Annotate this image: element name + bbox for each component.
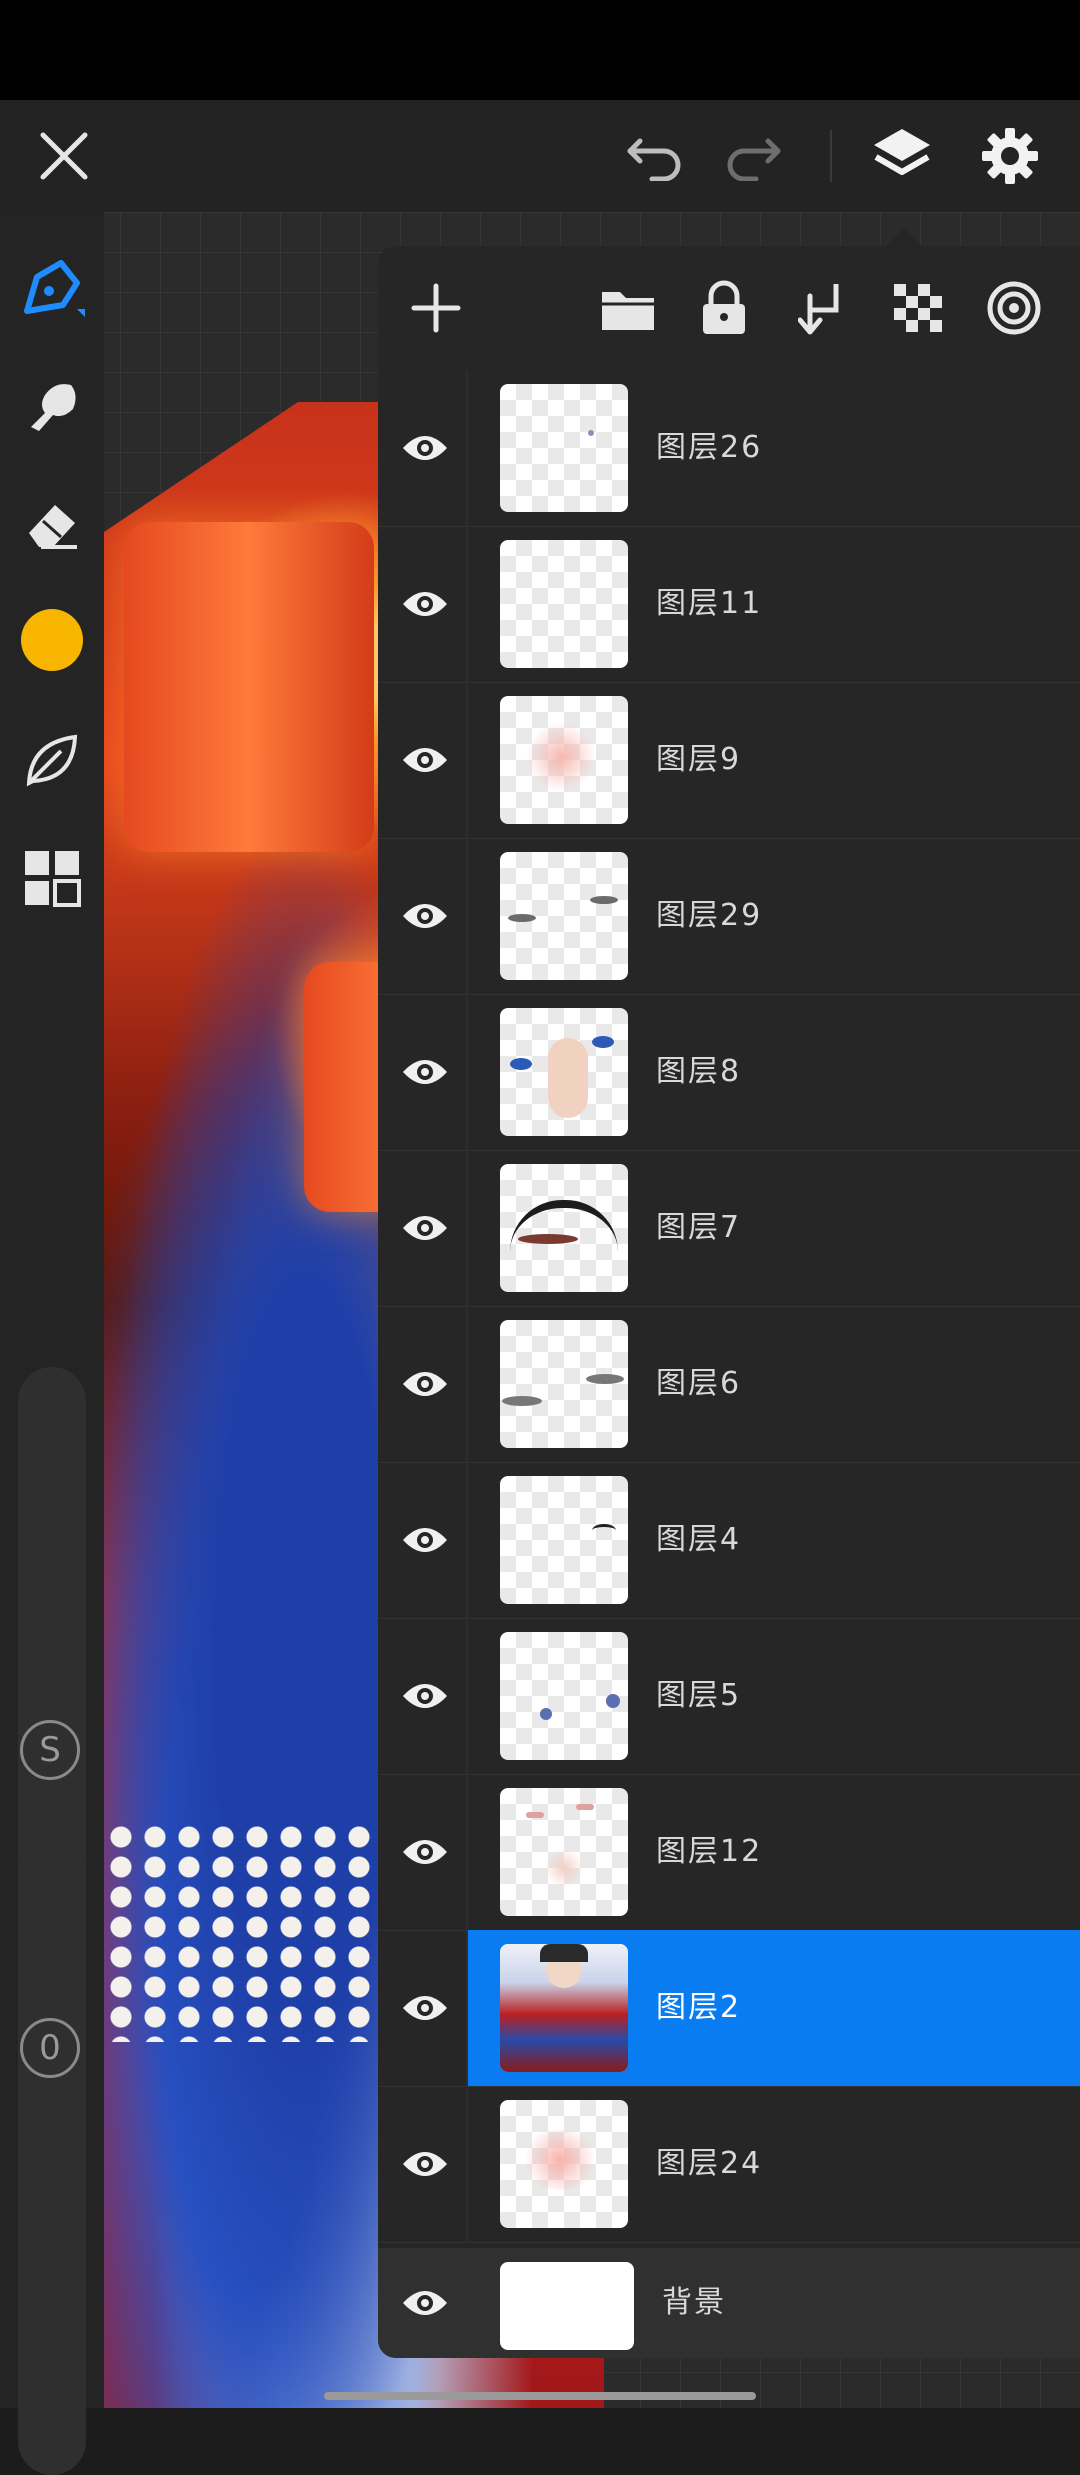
reference-icon[interactable] [978,272,1050,344]
visibility-eye-icon[interactable] [398,1513,452,1567]
layer-name: 图层5 [656,1678,742,1713]
layer-thumbnail [500,1164,628,1292]
layers-panel-toolbar [378,246,1080,370]
layer-name: 图层9 [656,742,742,777]
layer-name: 图层8 [656,1054,742,1089]
column-divider [466,1774,468,1930]
gear-icon[interactable] [974,120,1046,192]
lantern-shape [124,522,374,852]
size-button-label: S [39,1730,61,1770]
eraser-icon[interactable] [16,488,88,560]
visibility-eye-icon[interactable] [398,733,452,787]
column-divider [466,838,468,994]
pearl-pattern [104,1822,404,2042]
layer-name: 图层2 [656,1990,742,2025]
layer-row[interactable]: 图层24 [378,2086,1080,2243]
column-divider [466,370,468,526]
opacity-button-label: 0 [39,2028,61,2068]
layer-name: 图层4 [656,1522,742,1557]
visibility-eye-icon[interactable] [398,1201,452,1255]
column-divider [466,2086,468,2242]
layer-name: 背景 [662,2285,726,2320]
smudge-icon[interactable] [16,370,88,442]
layers-icon[interactable] [866,120,938,192]
layer-thumbnail [500,1008,628,1136]
layer-thumbnail [500,1944,628,2072]
column-divider [466,526,468,682]
left-toolbar: S 0 [0,212,104,2475]
layer-row[interactable]: 图层5 [378,1618,1080,1775]
toolbar-divider [830,130,832,182]
layer-name: 图层24 [656,2146,763,2181]
layer-name: 图层7 [656,1210,742,1245]
panel-pointer [884,228,924,248]
undo-icon[interactable] [620,120,692,192]
status-bar [0,0,1080,100]
transparency-icon[interactable] [882,272,954,344]
layer-thumbnail [500,696,628,824]
column-divider [466,994,468,1150]
folder-icon[interactable] [592,272,664,344]
layers-panel: 图层26 图层11 图层9 图层29 图层8 图层7 图层6 图层4 图层5 图层12 图层2 图层2… [378,246,1080,2358]
visibility-eye-icon[interactable] [398,2276,452,2330]
column-divider [466,1306,468,1462]
top-bar [0,100,1080,212]
visibility-eye-icon[interactable] [398,1357,452,1411]
column-divider [466,1150,468,1306]
visibility-eye-icon[interactable] [398,1669,452,1723]
visibility-eye-icon[interactable] [398,2137,452,2191]
column-divider [466,1462,468,1618]
layer-name: 图层6 [656,1366,742,1401]
redo-icon[interactable] [716,120,788,192]
column-divider [466,682,468,838]
opacity-button[interactable]: 0 [20,2018,80,2078]
brush-icon[interactable] [16,252,88,324]
layer-name: 图层11 [656,586,763,621]
layer-name: 图层26 [656,430,763,465]
layer-thumbnail [500,1788,628,1916]
background-layer-row[interactable]: 背景 [378,2248,1080,2358]
layer-thumbnail [500,2100,628,2228]
layer-row[interactable]: 图层7 [378,1150,1080,1307]
gallery-icon[interactable] [16,842,88,914]
layer-name: 图层29 [656,898,763,933]
size-button[interactable]: S [20,1720,80,1780]
home-indicator[interactable] [324,2392,756,2400]
visibility-eye-icon[interactable] [398,577,452,631]
color-swatch[interactable] [16,604,88,676]
leaf-icon[interactable] [16,724,88,796]
layer-thumbnail [500,1632,628,1760]
layer-name: 图层12 [656,1834,763,1869]
visibility-eye-icon[interactable] [398,1045,452,1099]
layer-row[interactable]: 图层29 [378,838,1080,995]
layer-row[interactable]: 图层26 [378,370,1080,527]
column-divider [466,1618,468,1774]
layer-thumbnail [500,2262,634,2350]
layer-row[interactable]: 图层2 [378,1930,1080,2087]
layer-row[interactable]: 图层12 [378,1774,1080,1931]
layer-row[interactable]: 图层11 [378,526,1080,683]
opacity-slider[interactable] [18,1835,86,2475]
merge-down-icon[interactable] [786,272,858,344]
visibility-eye-icon[interactable] [398,1981,452,2035]
visibility-eye-icon[interactable] [398,889,452,943]
add-icon[interactable] [400,272,472,344]
close-icon[interactable] [28,120,100,192]
visibility-eye-icon[interactable] [398,1825,452,1879]
lock-icon[interactable] [688,272,760,344]
layer-thumbnail [500,540,628,668]
layer-thumbnail [500,1476,628,1604]
layer-row[interactable]: 图层4 [378,1462,1080,1619]
layer-thumbnail [500,1320,628,1448]
column-divider [466,1930,468,2086]
visibility-eye-icon[interactable] [398,421,452,475]
layer-row[interactable]: 图层9 [378,682,1080,839]
layer-row[interactable]: 图层8 [378,994,1080,1151]
layer-thumbnail [500,384,628,512]
layer-row[interactable]: 图层6 [378,1306,1080,1463]
layer-thumbnail [500,852,628,980]
